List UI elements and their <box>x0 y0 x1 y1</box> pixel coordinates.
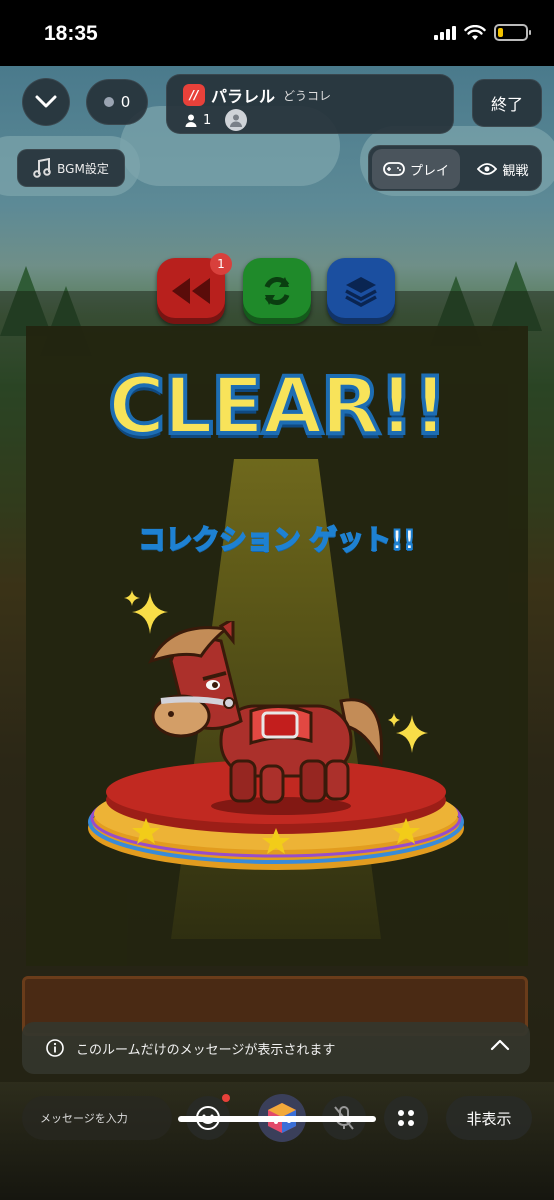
message-input-placeholder: メッセージを入力 <box>40 1112 128 1125</box>
member-avatar <box>225 109 248 131</box>
hide-button-label: 非表示 <box>466 1109 512 1128</box>
music-note-icon <box>33 158 51 178</box>
room-info-card[interactable]: // パラレル どうコレ 1 <box>166 74 454 134</box>
default-avatar-icon <box>230 114 243 127</box>
chevron-down-icon <box>35 95 57 108</box>
menu-button[interactable] <box>384 1096 428 1140</box>
grid-dots-icon <box>398 1110 414 1126</box>
layers-icon <box>345 277 377 307</box>
watch-mode-button[interactable]: 観戦 <box>465 149 541 189</box>
collapse-button[interactable] <box>22 78 70 126</box>
viewer-dot-icon <box>103 97 114 107</box>
battery-icon <box>494 24 531 41</box>
status-bar: 18:35 <box>0 0 554 66</box>
refresh-icon <box>264 277 290 305</box>
viewer-count-button[interactable]: 0 <box>86 79 148 125</box>
app-logo-icon: // <box>183 84 205 106</box>
cellular-signal-icon <box>434 25 456 40</box>
rewind-icon <box>172 278 210 304</box>
sparkle-icon <box>388 713 428 753</box>
watch-mode-label: 観戦 <box>502 163 529 179</box>
play-mode-button[interactable]: プレイ <box>372 149 460 189</box>
rewind-badge: 1 <box>210 253 232 275</box>
play-mode-label: プレイ <box>409 163 449 179</box>
eye-icon <box>477 163 498 175</box>
chevron-up-icon[interactable] <box>490 1038 510 1052</box>
app-name: パラレル <box>211 87 276 106</box>
hide-button[interactable]: 非表示 <box>446 1096 532 1140</box>
rewind-badge-count: 1 <box>217 257 225 271</box>
end-button[interactable]: 終了 <box>472 79 542 127</box>
bgm-settings-label: BGM設定 <box>57 161 109 176</box>
game-area: 0 // パラレル どうコレ 1 終了 BGM設定 プレイ 観戦 1 CLEAR… <box>0 66 554 1200</box>
room-name: どうコレ <box>283 88 332 103</box>
restart-button[interactable] <box>243 258 311 324</box>
gamepad-icon <box>383 162 405 176</box>
end-button-label: 終了 <box>490 95 523 114</box>
person-icon <box>185 114 197 127</box>
home-indicator[interactable] <box>178 1116 376 1122</box>
status-time: 18:35 <box>44 22 98 45</box>
status-icons <box>434 24 531 41</box>
member-count: 1 <box>203 112 212 128</box>
horse-character <box>148 621 383 815</box>
wifi-icon <box>464 24 486 40</box>
bottom-bar: メッセージを入力 非表示 <box>0 1082 554 1200</box>
clear-title: CLEAR!! <box>106 360 450 454</box>
clear-panel: CLEAR!! コレクション ゲット!! <box>26 326 528 966</box>
mode-toggle: プレイ 観戦 <box>368 145 542 191</box>
chat-notice-bar: このルームだけのメッセージが表示されます <box>22 1022 530 1074</box>
chat-notice-text: このルームだけのメッセージが表示されます <box>76 1043 336 1058</box>
viewer-count: 0 <box>120 93 131 111</box>
emoji-notification-dot <box>222 1094 230 1102</box>
message-input[interactable]: メッセージを入力 <box>22 1096 172 1140</box>
bgm-settings-button[interactable]: BGM設定 <box>17 149 125 187</box>
info-icon <box>46 1039 64 1057</box>
layers-button[interactable] <box>327 258 395 324</box>
sparkle-icon <box>124 590 168 634</box>
collection-get-text: コレクション ゲット!! <box>137 524 416 557</box>
